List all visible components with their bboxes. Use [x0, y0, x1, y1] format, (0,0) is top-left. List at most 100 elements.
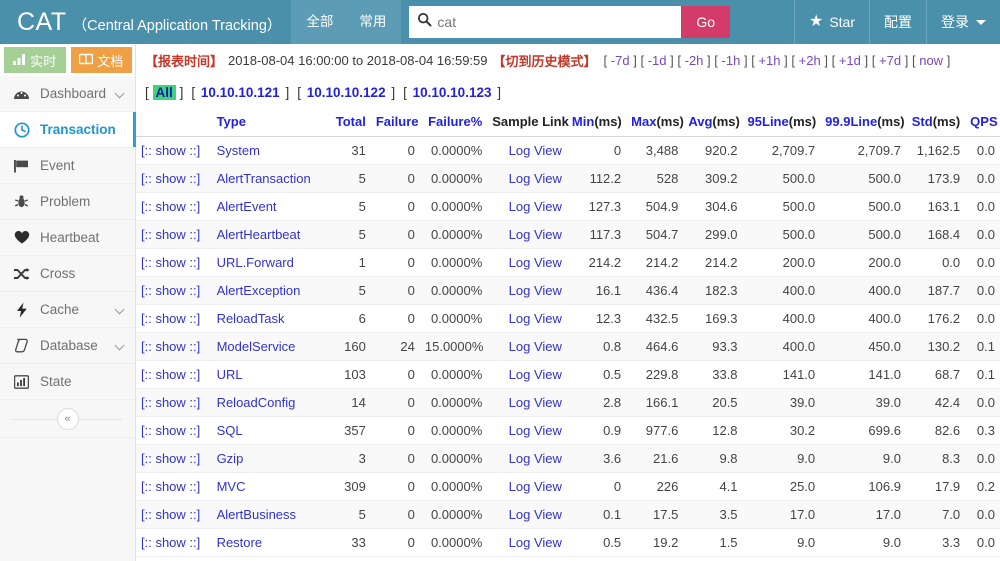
type-link[interactable]: URL.Forward — [217, 255, 294, 270]
docs-button[interactable]: 文档 — [70, 47, 132, 73]
show-link[interactable]: [:: show ::] — [141, 367, 200, 382]
show-link[interactable]: [:: show ::] — [141, 339, 200, 354]
type-link[interactable]: MVC — [217, 479, 246, 494]
log-view-link[interactable]: Log View — [509, 199, 562, 214]
log-view-link[interactable]: Log View — [509, 535, 562, 550]
type-link[interactable]: System — [217, 143, 260, 158]
log-view-link[interactable]: Log View — [509, 423, 562, 438]
log-view-link[interactable]: Log View — [509, 283, 562, 298]
time-jump-plus2h[interactable]: +2h — [799, 53, 821, 68]
type-link[interactable]: AlertException — [217, 283, 301, 298]
sidebar-item-problem[interactable]: Problem — [0, 184, 135, 220]
sidebar-item-label: Problem — [40, 194, 91, 209]
log-view-link[interactable]: Log View — [509, 255, 562, 270]
sidebar-item-cache[interactable]: Cache — [0, 292, 135, 328]
time-jump-now[interactable]: now — [919, 53, 943, 68]
type-link[interactable]: Restore — [217, 535, 263, 550]
log-view-link[interactable]: Log View — [509, 311, 562, 326]
type-link[interactable]: AlertTransaction — [217, 171, 311, 186]
show-link[interactable]: [:: show ::] — [141, 451, 200, 466]
type-link[interactable]: URL — [217, 367, 243, 382]
login-button[interactable]: 登录 — [926, 0, 1000, 44]
col-std[interactable]: Std(ms) — [905, 108, 966, 137]
cell-avg: 214.2 — [683, 248, 743, 277]
cell-total: 31 — [323, 136, 371, 165]
type-link[interactable]: ReloadTask — [217, 311, 285, 326]
col-failure[interactable]: Failure — [370, 108, 420, 137]
show-link[interactable]: [:: show ::] — [141, 171, 200, 186]
col-avg[interactable]: Avg(ms) — [683, 108, 743, 137]
sidebar-item-cross[interactable]: Cross — [0, 256, 135, 292]
log-view-link[interactable]: Log View — [509, 367, 562, 382]
log-view-link[interactable]: Log View — [509, 227, 562, 242]
col-failure-pct[interactable]: Failure% — [419, 108, 488, 137]
show-link[interactable]: [:: show ::] — [141, 423, 200, 438]
col-min[interactable]: Min(ms) — [566, 108, 627, 137]
ip-filter-link[interactable]: 10.10.10.122 — [305, 85, 388, 100]
col-max[interactable]: Max(ms) — [626, 108, 684, 137]
config-button[interactable]: 配置 — [869, 0, 926, 44]
show-link[interactable]: [:: show ::] — [141, 479, 200, 494]
history-mode-link[interactable]: 【切到历史模式】 — [493, 51, 597, 70]
cell-total: 5 — [323, 220, 371, 249]
search-go-button[interactable]: Go — [681, 6, 731, 38]
show-link[interactable]: [:: show ::] — [141, 535, 200, 550]
show-link[interactable]: [:: show ::] — [141, 507, 200, 522]
time-jump-minus7d[interactable]: -7d — [611, 53, 630, 68]
col-999line[interactable]: 99.9Line(ms) — [820, 108, 906, 137]
nav-all[interactable]: 全部 — [293, 0, 346, 44]
realtime-button[interactable]: 实时 — [4, 47, 66, 73]
log-view-link[interactable]: Log View — [509, 451, 562, 466]
show-link[interactable]: [:: show ::] — [141, 227, 200, 242]
brand[interactable]: CAT （Central Application Tracking） — [0, 0, 291, 44]
cell-type: ReloadTask — [211, 304, 324, 333]
sidebar-collapse-button[interactable]: « — [56, 407, 79, 430]
nav-common[interactable]: 常用 — [346, 0, 399, 44]
time-jump-minus1h[interactable]: -1h — [722, 53, 741, 68]
show-link[interactable]: [:: show ::] — [141, 199, 200, 214]
sidebar-item-state[interactable]: State — [0, 364, 135, 400]
time-jump-minus1d[interactable]: -1d — [648, 53, 667, 68]
type-link[interactable]: AlertBusiness — [217, 507, 296, 522]
show-link[interactable]: [:: show ::] — [141, 255, 200, 270]
search-input[interactable]: cat — [409, 6, 682, 38]
show-link[interactable]: [:: show ::] — [141, 283, 200, 298]
log-view-link[interactable]: Log View — [509, 507, 562, 522]
sidebar-item-dashboard[interactable]: Dashboard — [0, 76, 135, 112]
show-link[interactable]: [:: show ::] — [141, 395, 200, 410]
col-95line[interactable]: 95Line(ms) — [742, 108, 821, 137]
ip-filter-link[interactable]: 10.10.10.123 — [411, 85, 494, 100]
log-view-link[interactable]: Log View — [509, 143, 562, 158]
cell-line999: 39.0 — [820, 388, 906, 417]
log-view-link[interactable]: Log View — [509, 339, 562, 354]
show-link[interactable]: [:: show ::] — [141, 143, 200, 158]
time-jump-plus1d[interactable]: +1d — [839, 53, 861, 68]
ip-filter-link[interactable]: 10.10.10.121 — [199, 85, 282, 100]
type-link[interactable]: AlertEvent — [217, 199, 277, 214]
col-total[interactable]: Total — [323, 108, 371, 137]
type-link[interactable]: Gzip — [217, 451, 244, 466]
ip-filter-link[interactable]: All — [152, 84, 176, 100]
show-link[interactable]: [:: show ::] — [141, 311, 200, 326]
cell-failure-pct: 0.0000% — [419, 136, 488, 165]
time-jump-minus2h[interactable]: -2h — [685, 53, 704, 68]
col-show — [136, 108, 212, 137]
type-link[interactable]: ModelService — [217, 339, 296, 354]
log-view-link[interactable]: Log View — [509, 479, 562, 494]
type-link[interactable]: AlertHeartbeat — [217, 227, 301, 242]
time-jump-plus7d[interactable]: +7d — [879, 53, 901, 68]
sidebar-item-transaction[interactable]: Transaction — [0, 112, 136, 148]
star-button[interactable]: ★ Star — [793, 0, 869, 44]
col-type[interactable]: Type — [211, 108, 324, 137]
sidebar-item-event[interactable]: Event — [0, 148, 135, 184]
sidebar-item-heartbeat[interactable]: Heartbeat — [0, 220, 135, 256]
log-view-link[interactable]: Log View — [509, 171, 562, 186]
col-qps[interactable]: QPS — [965, 108, 1000, 137]
type-link[interactable]: ReloadConfig — [217, 395, 296, 410]
type-link[interactable]: SQL — [217, 423, 243, 438]
time-jump-plus1h[interactable]: +1h — [758, 53, 780, 68]
log-view-link[interactable]: Log View — [509, 395, 562, 410]
cell-line95: 2,709.7 — [742, 136, 821, 165]
sidebar-item-database[interactable]: Database — [0, 328, 135, 364]
sidebar-filler — [0, 438, 135, 561]
